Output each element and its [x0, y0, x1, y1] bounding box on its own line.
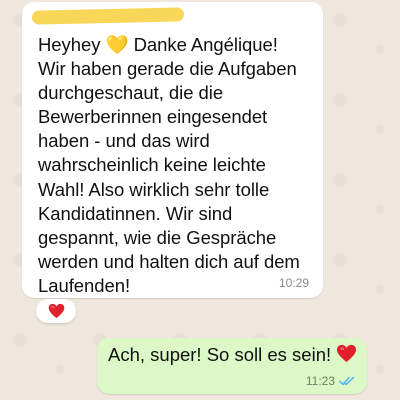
- outgoing-message-line: Ach, super! So soll es sein!: [108, 344, 357, 366]
- incoming-message-text: Heyhey 💛 Danke Angélique! Wir haben gera…: [38, 34, 300, 296]
- message-reaction[interactable]: [36, 299, 76, 323]
- outgoing-message-bubble[interactable]: Ach, super! So soll es sein! 11:23: [97, 338, 367, 394]
- red-heart-icon: [48, 303, 64, 319]
- incoming-message-bubble[interactable]: Heyhey 💛 Danke Angélique! Wir haben gera…: [22, 2, 323, 298]
- red-heart-icon: [337, 344, 357, 363]
- incoming-message-time: 10:29: [278, 276, 309, 290]
- outgoing-message-time: 11:23: [305, 374, 335, 388]
- outgoing-message-text: Ach, super! So soll es sein!: [108, 344, 332, 365]
- double-check-read-icon: [339, 376, 355, 386]
- outgoing-message-meta: 11:23: [306, 374, 355, 388]
- sender-name-redaction: [31, 7, 185, 25]
